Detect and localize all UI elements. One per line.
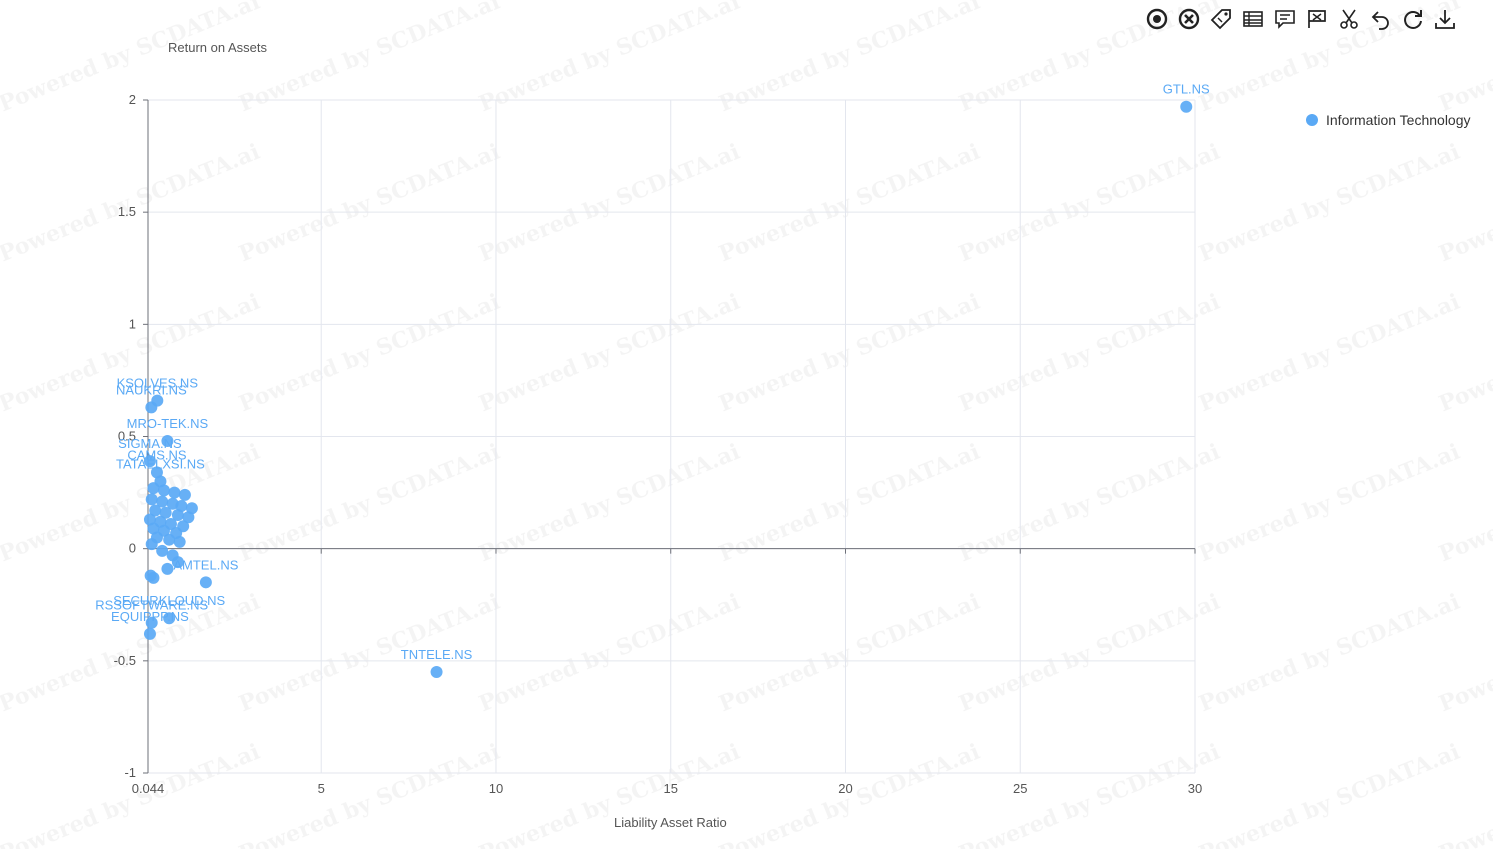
- y-axis-title: Return on Assets: [168, 40, 267, 55]
- tool-comment-icon: [1275, 10, 1295, 29]
- x-tick-label: 15: [663, 781, 677, 796]
- tool-download-button[interactable]: [1432, 6, 1458, 32]
- data-point-label: MRO-TEK.NS: [127, 416, 209, 431]
- tool-download-icon: [1435, 10, 1455, 29]
- tool-cut-icon: [1340, 9, 1358, 29]
- data-point: [1180, 100, 1193, 113]
- data-point: [163, 533, 176, 546]
- data-point-label: NAUKRI.NS: [116, 382, 187, 397]
- legend-item-information-technology[interactable]: Information Technology: [1306, 112, 1471, 128]
- data-point: [199, 576, 212, 589]
- tool-undo-button[interactable]: [1368, 6, 1394, 32]
- tool-flag-button[interactable]: [1304, 6, 1330, 32]
- legend-dot-icon: [1306, 114, 1318, 126]
- data-point-label: TATAELXSI.NS: [116, 456, 205, 471]
- x-tick-label: 25: [1013, 781, 1027, 796]
- data-point: [168, 486, 181, 499]
- data-point: [145, 401, 158, 414]
- y-tick-label: -1: [124, 765, 136, 780]
- tool-clear-icon: [1178, 8, 1200, 30]
- data-point: [145, 538, 158, 551]
- tool-comment-button[interactable]: [1272, 6, 1298, 32]
- data-point: [178, 488, 191, 501]
- tool-refresh-icon: [1404, 10, 1422, 29]
- y-tick-label: 2: [129, 92, 136, 107]
- data-point: [161, 562, 174, 575]
- x-tick-label: 5: [318, 781, 325, 796]
- data-point-label: AMTEL.NS: [173, 557, 238, 572]
- data-point-label: TNTELE.NS: [401, 647, 473, 662]
- data-point: [157, 484, 170, 497]
- tool-tag-button[interactable]: [1208, 6, 1234, 32]
- y-tick-label: 0: [129, 541, 136, 556]
- x-tick-label: 0.044: [132, 781, 165, 796]
- chart-toolbar: [1144, 6, 1458, 32]
- tool-clear-button[interactable]: [1176, 6, 1202, 32]
- y-tick-label: 1.5: [118, 204, 136, 219]
- data-point-label: GTL.NS: [1163, 82, 1210, 97]
- y-tick-label: 1: [129, 316, 136, 331]
- y-tick-label: -0.5: [114, 653, 136, 668]
- scatter-chart: 0.044 5 10 15 20 25 30-1-0.500.511.52GTL.NSKSO…: [95, 82, 1210, 796]
- tool-tag-icon: [1210, 9, 1231, 30]
- tool-cut-button[interactable]: [1336, 6, 1362, 32]
- tool-flag-icon: [1308, 10, 1326, 28]
- tool-table-icon: [1243, 11, 1263, 27]
- data-point: [430, 666, 443, 679]
- data-point: [173, 535, 186, 548]
- tool-table-button[interactable]: [1240, 6, 1266, 32]
- tool-refresh-button[interactable]: [1400, 6, 1426, 32]
- data-point: [143, 627, 156, 640]
- data-point-label: EQUIPPP.NS: [111, 609, 189, 624]
- data-point: [147, 482, 160, 495]
- data-point: [156, 544, 169, 557]
- data-point: [147, 571, 160, 584]
- x-tick-label: 10: [489, 781, 503, 796]
- data-point: [145, 493, 158, 506]
- tool-select-icon: [1146, 8, 1168, 30]
- x-tick-label: 20: [838, 781, 852, 796]
- x-tick-label: 30: [1188, 781, 1202, 796]
- legend-label: Information Technology: [1326, 112, 1471, 128]
- tool-select-button[interactable]: [1144, 6, 1170, 32]
- tool-undo-icon: [1371, 11, 1389, 30]
- x-axis-title: Liability Asset Ratio: [614, 815, 727, 830]
